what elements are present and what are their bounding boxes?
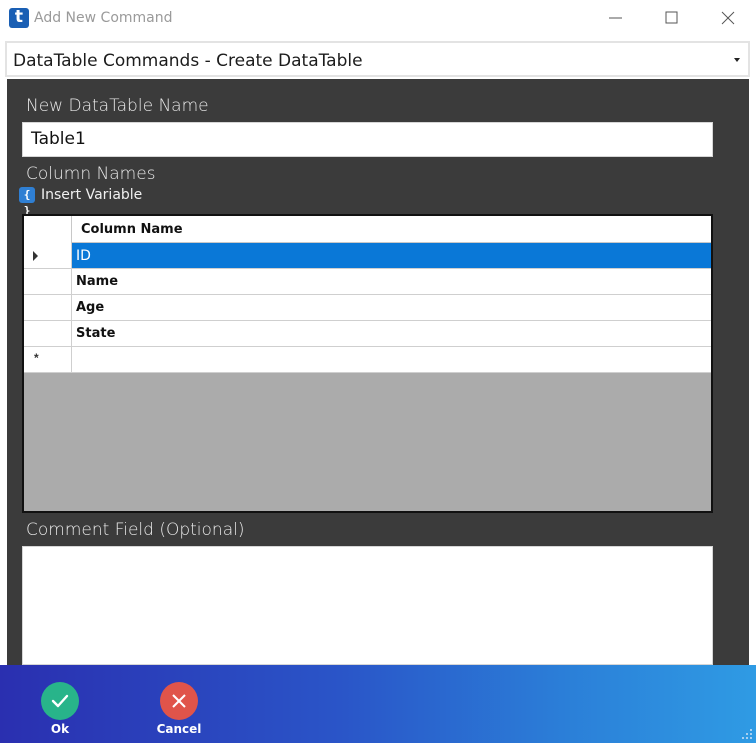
chevron-down-icon [734, 58, 740, 62]
resize-grip-icon[interactable] [741, 728, 753, 740]
app-icon: t [9, 8, 29, 28]
datatable-name-input[interactable]: Table1 [22, 122, 713, 157]
maximize-icon [665, 11, 678, 24]
grid-header-row: Column Name [24, 216, 711, 243]
table-cell[interactable]: Name [72, 269, 711, 294]
insert-variable-link[interactable]: { } Insert Variable [19, 187, 143, 217]
table-cell[interactable]: State [72, 321, 711, 346]
column-name-header[interactable]: Column Name [81, 222, 183, 237]
row-header[interactable]: * [24, 347, 72, 372]
column-names-grid[interactable]: Column Name ID Name Age State * [22, 214, 713, 513]
command-dropdown-value: DataTable Commands - Create DataTable [13, 51, 363, 71]
close-button[interactable] [700, 0, 756, 36]
table-row[interactable]: State [24, 321, 711, 347]
row-header[interactable] [24, 321, 72, 346]
datatable-name-label: New DataTable Name [26, 96, 209, 116]
table-row[interactable]: Age [24, 295, 711, 321]
window-title: Add New Command [34, 10, 173, 26]
window-border-right [749, 79, 756, 665]
comment-label: Comment Field (Optional) [26, 520, 245, 540]
table-row[interactable]: ID [24, 243, 711, 269]
current-row-arrow-icon [33, 251, 38, 261]
ok-button[interactable]: Ok [30, 682, 90, 736]
checkmark-icon [51, 694, 69, 708]
row-header[interactable] [24, 295, 72, 320]
cancel-label: Cancel [156, 722, 202, 736]
table-row[interactable]: Name [24, 269, 711, 295]
row-header[interactable] [24, 269, 72, 294]
title-bar: t Add New Command [0, 0, 756, 36]
dialog-footer: Ok Cancel [0, 665, 756, 743]
column-names-label: Column Names [26, 164, 156, 184]
close-icon [721, 11, 735, 25]
grid-corner-cell[interactable] [24, 216, 72, 243]
table-cell[interactable]: Age [72, 295, 711, 320]
minimize-button[interactable] [588, 0, 644, 36]
table-cell[interactable] [72, 347, 711, 372]
new-row-marker: * [34, 351, 39, 365]
row-header[interactable] [24, 243, 72, 268]
ok-circle [41, 682, 79, 720]
close-x-icon [172, 694, 186, 708]
insert-variable-label: Insert Variable [41, 187, 143, 203]
variable-braces-icon: { } [19, 187, 35, 217]
table-cell[interactable]: ID [72, 243, 711, 268]
cancel-circle [160, 682, 198, 720]
cancel-button[interactable]: Cancel [149, 682, 209, 736]
window-border-left [0, 79, 7, 665]
comment-textarea[interactable] [22, 546, 713, 665]
new-row[interactable]: * [24, 347, 711, 373]
ok-label: Ok [50, 722, 70, 736]
command-dropdown[interactable]: DataTable Commands - Create DataTable [5, 41, 750, 77]
minimize-icon [609, 17, 622, 19]
maximize-button[interactable] [644, 0, 700, 36]
